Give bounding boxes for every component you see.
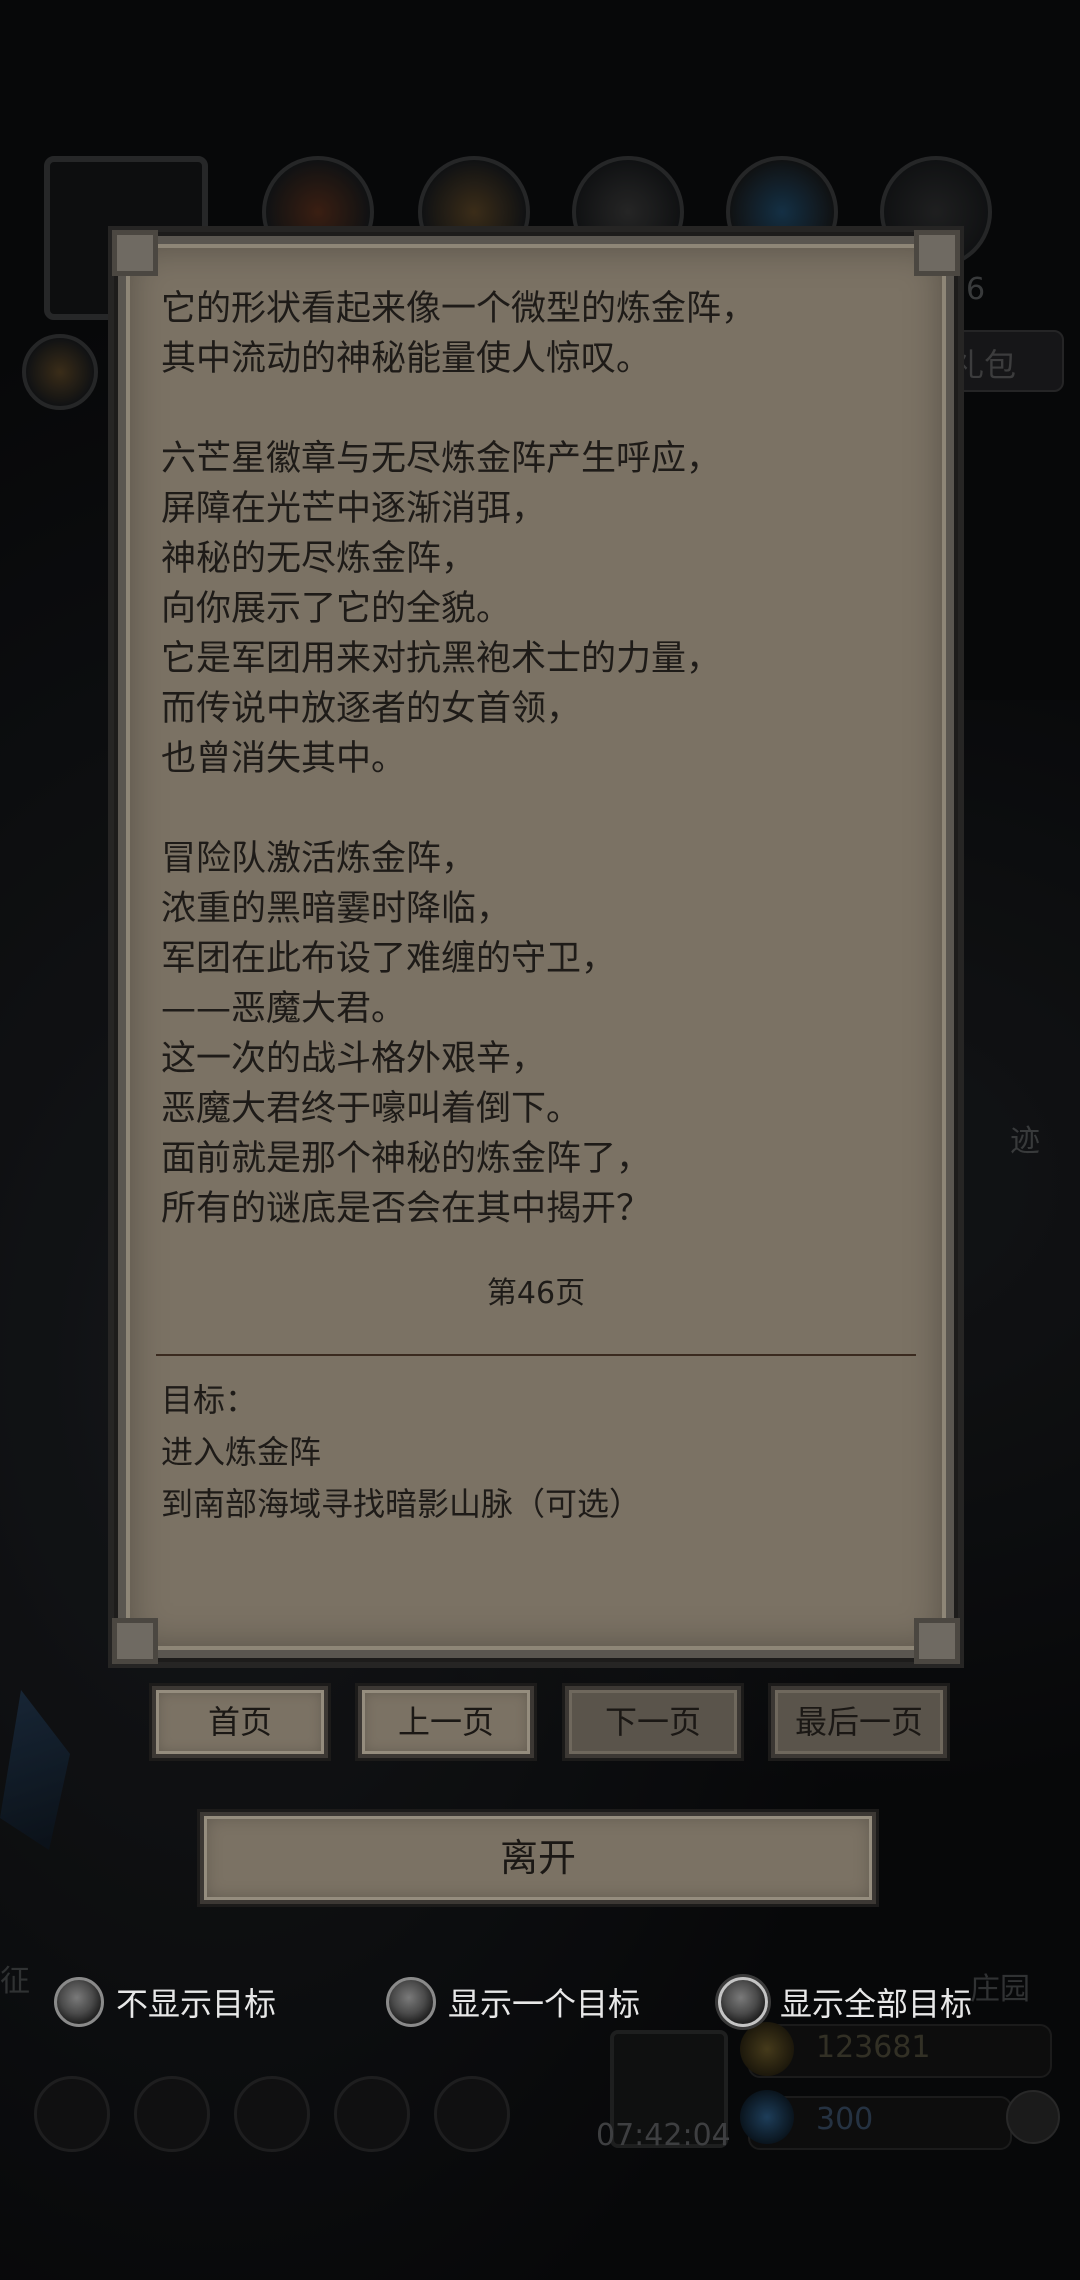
panel-corner-tr	[914, 230, 960, 276]
story-line: 它的形状看起来像一个微型的炼金阵，	[161, 289, 757, 329]
story-line: 也曾消失其中。	[161, 739, 407, 779]
last-page-button[interactable]: 最后一页	[768, 1683, 950, 1761]
story-line: 屏障在光芒中逐渐消弭，	[161, 489, 547, 529]
radio-show-all-goals[interactable]: 显示全部目标	[718, 1974, 972, 2030]
panel-corner-bl	[112, 1618, 158, 1664]
story-line: 面前就是那个神秘的炼金阵了，	[161, 1139, 652, 1179]
radio-label: 显示全部目标	[780, 1985, 973, 2023]
story-line: 六芒星徽章与无尽炼金阵产生呼应，	[161, 439, 722, 479]
story-panel: 它的形状看起来像一个微型的炼金阵， 其中流动的神秘能量使人惊叹。 六芒星徽章与无…	[112, 230, 960, 1664]
story-blank-line	[161, 784, 921, 834]
radio-dot-icon	[386, 1977, 436, 2027]
radio-hide-goals[interactable]: 不显示目标	[54, 1974, 276, 2030]
story-text: 它的形状看起来像一个微型的炼金阵， 其中流动的神秘能量使人惊叹。 六芒星徽章与无…	[161, 284, 921, 1234]
story-line: 这一次的战斗格外艰辛，	[161, 1039, 547, 1079]
goals-section: 目标： 进入炼金阵 到南部海域寻找暗影山脉（可选）	[161, 1374, 641, 1530]
radio-dot-selected-icon	[718, 1977, 768, 2027]
story-line: 向你展示了它的全貌。	[161, 589, 512, 629]
goal-item: 进入炼金阵	[161, 1433, 322, 1471]
radio-label: 显示一个目标	[448, 1985, 641, 2023]
story-line: 浓重的黑暗霎时降临，	[161, 889, 512, 929]
goal-item: 到南部海域寻找暗影山脉（可选）	[161, 1485, 642, 1523]
panel-corner-tl	[112, 230, 158, 276]
story-line: 军团在此布设了难缠的守卫，	[161, 939, 617, 979]
story-line: 而传说中放逐者的女首领，	[161, 689, 582, 729]
leave-button[interactable]: 离开	[197, 1809, 879, 1907]
goals-divider	[156, 1354, 916, 1356]
next-page-button[interactable]: 下一页	[562, 1683, 744, 1761]
story-line: 其中流动的神秘能量使人惊叹。	[161, 339, 652, 379]
story-blank-line	[161, 384, 921, 434]
story-line: 神秘的无尽炼金阵，	[161, 539, 477, 579]
radio-show-one-goal[interactable]: 显示一个目标	[386, 1974, 640, 2030]
story-line: 冒险队激活炼金阵，	[161, 839, 477, 879]
goals-heading: 目标：	[161, 1381, 258, 1419]
story-line: 所有的谜底是否会在其中揭开？	[161, 1189, 652, 1229]
page-number: 第46页	[486, 1276, 586, 1311]
radio-dot-icon	[54, 1977, 104, 2027]
radio-label: 不显示目标	[116, 1985, 277, 2023]
story-line: 恶魔大君终于嚎叫着倒下。	[161, 1089, 582, 1129]
panel-corner-br	[914, 1618, 960, 1664]
prev-page-button[interactable]: 上一页	[355, 1683, 537, 1761]
story-line: 它是军团用来对抗黑袍术士的力量，	[161, 639, 722, 679]
first-page-button[interactable]: 首页	[149, 1683, 331, 1761]
story-line: ——恶魔大君。	[161, 989, 407, 1029]
